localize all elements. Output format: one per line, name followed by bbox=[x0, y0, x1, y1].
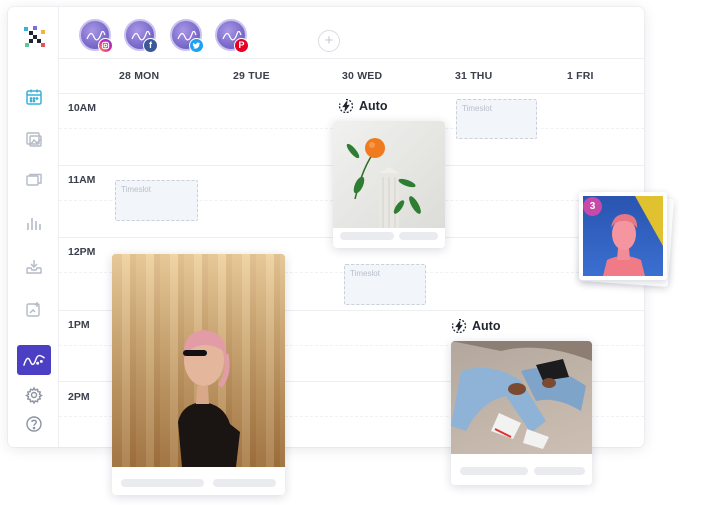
inbox-icon[interactable] bbox=[24, 257, 44, 277]
day-header-tue: 29 TUE bbox=[233, 70, 270, 82]
grid-line bbox=[59, 93, 644, 94]
add-post-icon[interactable] bbox=[24, 299, 44, 319]
timeslot[interactable]: Timeslot bbox=[115, 180, 198, 221]
app-logo-icon[interactable] bbox=[20, 22, 50, 52]
scheduled-post-card[interactable] bbox=[451, 341, 592, 485]
facebook-icon: f bbox=[143, 38, 158, 53]
time-label-10am: 10AM bbox=[68, 102, 97, 114]
sidebar bbox=[8, 7, 59, 447]
auto-lightning-icon bbox=[338, 98, 354, 114]
day-header-wed: 30 WED bbox=[342, 70, 383, 82]
caption-placeholder bbox=[121, 479, 204, 487]
stack-count-badge: 3 bbox=[583, 197, 602, 216]
twitter-icon bbox=[189, 38, 204, 53]
add-account-button[interactable]: + bbox=[318, 30, 340, 52]
scheduled-post-card[interactable] bbox=[333, 121, 445, 248]
post-image-orange bbox=[333, 121, 445, 228]
calendar-icon[interactable] bbox=[24, 87, 44, 107]
caption-placeholder bbox=[213, 479, 276, 487]
caption-placeholder bbox=[399, 232, 438, 240]
post-stack[interactable]: 3 bbox=[577, 188, 674, 287]
analytics-icon[interactable] bbox=[24, 213, 44, 233]
time-label-2pm: 2PM bbox=[68, 391, 90, 403]
post-image-woman bbox=[112, 254, 285, 467]
day-header-mon: 28 MON bbox=[119, 70, 160, 82]
account-avatar-instagram[interactable] bbox=[79, 19, 113, 53]
auto-publish-label: Auto bbox=[451, 318, 500, 334]
auto-text: Auto bbox=[359, 99, 388, 113]
gallery-icon[interactable] bbox=[24, 129, 44, 149]
day-header-fri: 1 FRI bbox=[567, 70, 594, 82]
post-image-jeans bbox=[451, 341, 592, 454]
caption-placeholder bbox=[340, 232, 394, 240]
pinterest-icon: P bbox=[234, 38, 249, 53]
timeslot[interactable]: Timeslot bbox=[456, 99, 537, 139]
caption-placeholder bbox=[460, 467, 528, 475]
account-avatar-pinterest[interactable]: P bbox=[215, 19, 249, 53]
day-header-thu: 31 THU bbox=[455, 70, 493, 82]
auto-lightning-icon bbox=[451, 318, 467, 334]
time-label-12pm: 12PM bbox=[68, 246, 96, 258]
caption-placeholder bbox=[534, 467, 585, 475]
conversation-icon[interactable] bbox=[24, 171, 44, 191]
account-avatar-twitter[interactable] bbox=[170, 19, 204, 53]
timeslot[interactable]: Timeslot bbox=[344, 264, 426, 305]
help-icon[interactable] bbox=[24, 414, 44, 434]
instagram-icon bbox=[98, 38, 113, 53]
settings-icon[interactable] bbox=[24, 385, 44, 405]
scheduled-post-card[interactable] bbox=[112, 254, 285, 495]
time-label-1pm: 1PM bbox=[68, 319, 90, 331]
auto-text: Auto bbox=[472, 319, 501, 333]
account-bar: f P + bbox=[59, 7, 644, 59]
auto-publish-label: Auto bbox=[338, 98, 387, 114]
trends-icon[interactable] bbox=[17, 345, 51, 375]
time-label-11am: 11AM bbox=[68, 174, 96, 186]
account-avatar-facebook[interactable]: f bbox=[124, 19, 158, 53]
